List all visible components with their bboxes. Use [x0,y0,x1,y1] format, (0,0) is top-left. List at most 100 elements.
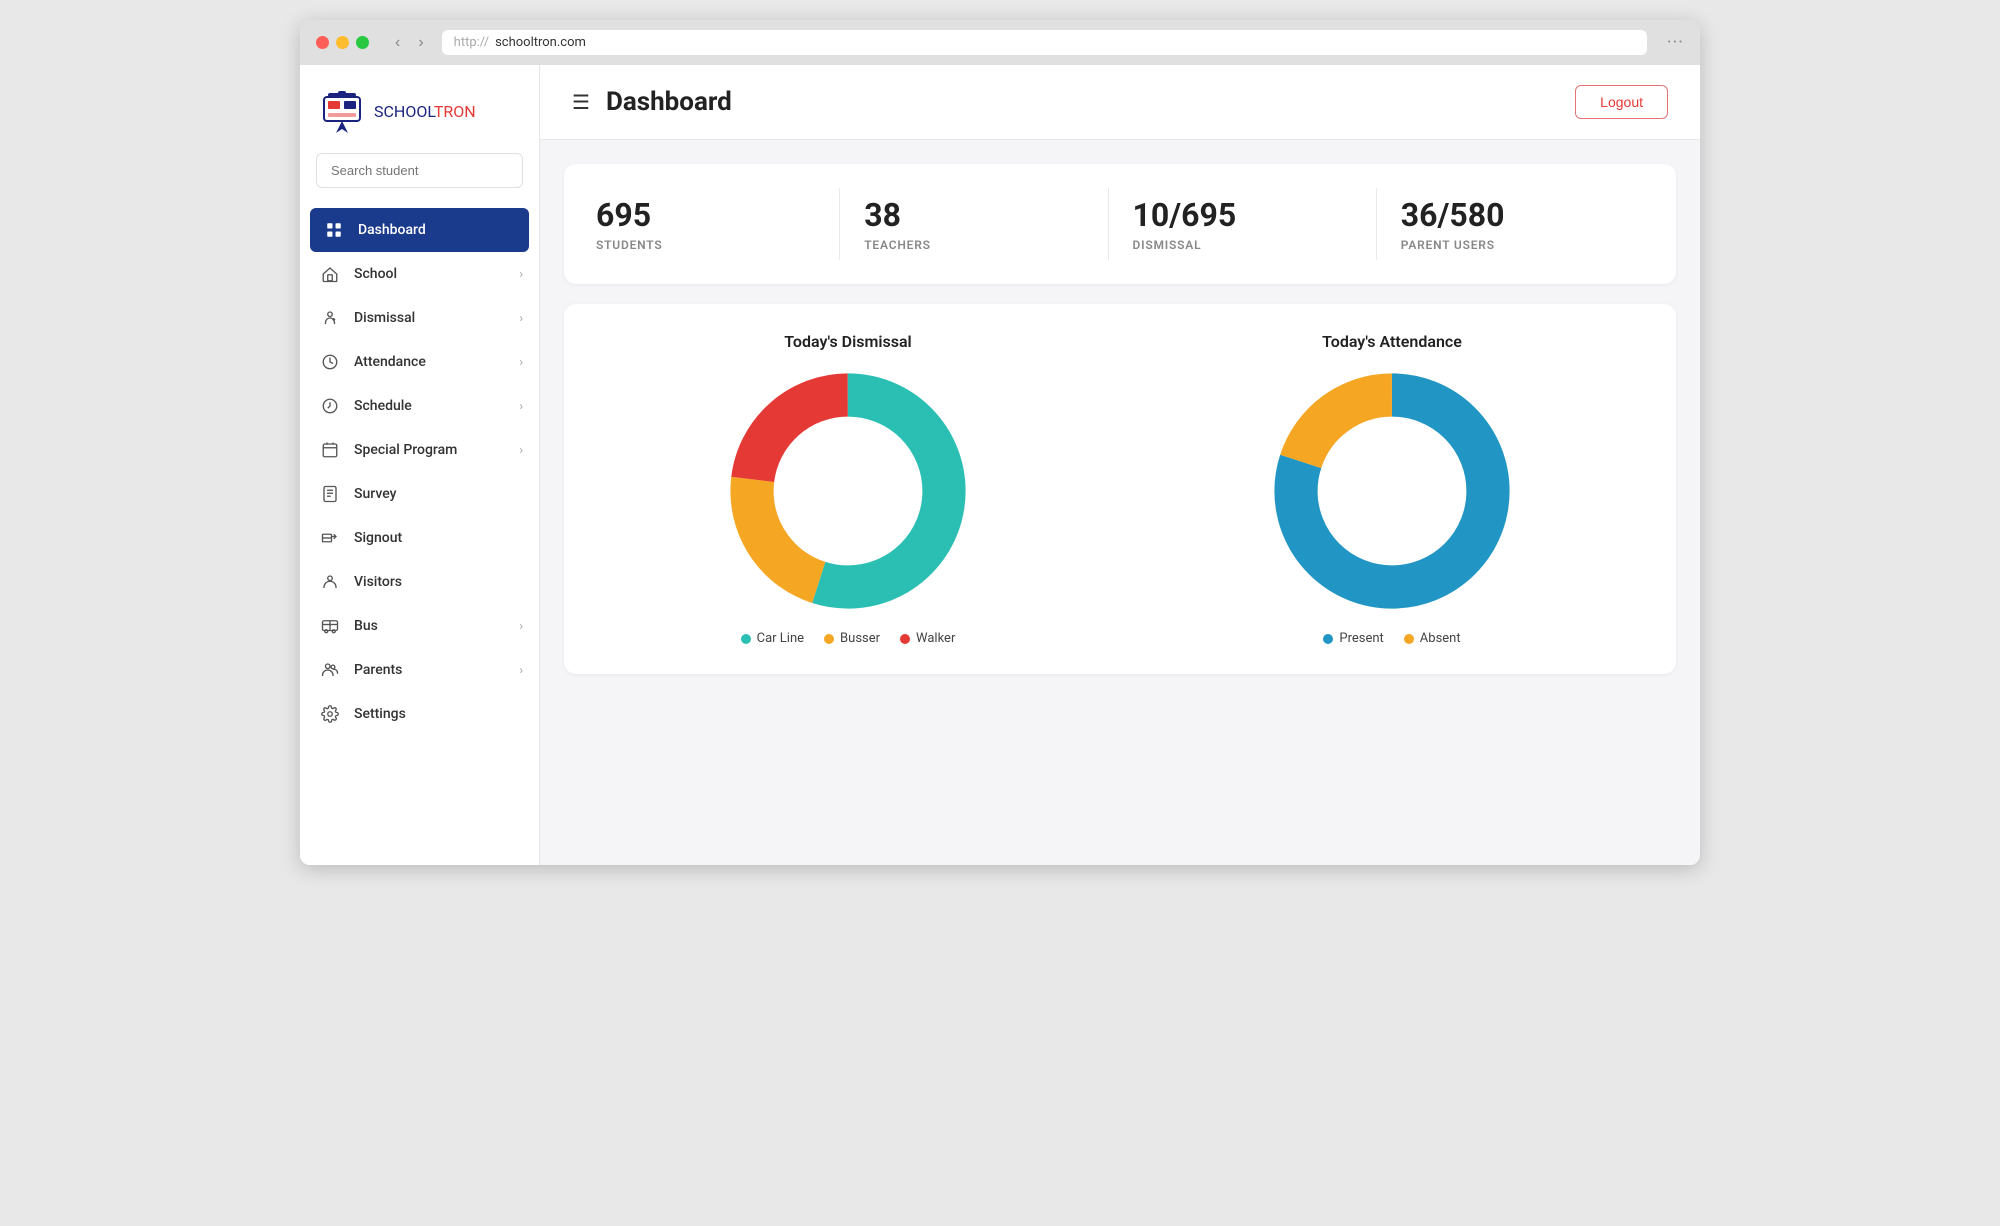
sidebar-item-signout-label: Signout [354,530,402,546]
logout-button[interactable]: Logout [1575,85,1668,119]
chevron-right-icon: › [519,311,523,325]
school-icon [320,264,340,284]
legend-busser: Busser [824,631,880,646]
bus-icon [320,616,340,636]
search-input[interactable] [316,153,523,188]
minimize-button[interactable] [336,36,349,49]
absent-label: Absent [1420,631,1461,646]
sidebar-item-visitors-label: Visitors [354,574,402,590]
sidebar-item-visitors[interactable]: Visitors [300,560,539,604]
sidebar-item-bus[interactable]: Bus › [300,604,539,648]
stat-students: 695 STUDENTS [596,188,840,260]
forward-button[interactable]: › [412,32,429,54]
stat-students-value: 695 [596,196,815,234]
sidebar-item-attendance-label: Attendance [354,354,426,370]
schedule-icon [320,396,340,416]
nav-menu: Dashboard School › Dismissal › [300,204,539,865]
settings-icon [320,704,340,724]
attendance-icon [320,352,340,372]
logo-text: SCHOOLTRON [374,102,476,121]
traffic-lights [316,36,369,49]
sidebar-item-settings-label: Settings [354,706,406,722]
logo-school-text: SCHOOL [374,102,434,121]
sidebar-item-dashboard-label: Dashboard [358,222,426,238]
busser-label: Busser [840,631,880,646]
sidebar-logo: SCHOOLTRON [300,65,539,153]
sidebar-item-special-program[interactable]: Special Program › [300,428,539,472]
signout-icon [320,528,340,548]
back-button[interactable]: ‹ [389,32,406,54]
sidebar-item-dismissal-label: Dismissal [354,310,415,326]
carline-dot [741,634,751,644]
sidebar-item-school-label: School [354,266,397,282]
stat-teachers-label: TEACHERS [864,238,1083,252]
stat-students-label: STUDENTS [596,238,815,252]
browser-menu-icon[interactable]: ··· [1667,32,1684,53]
url-protocol: http:// [454,35,489,50]
search-container [300,153,539,204]
logo-tron-text: TRON [434,102,476,121]
legend-absent: Absent [1404,631,1461,646]
present-label: Present [1339,631,1383,646]
sidebar-item-schedule[interactable]: Schedule › [300,384,539,428]
close-button[interactable] [316,36,329,49]
grid-icon [324,220,344,240]
app-container: SCHOOLTRON Dashboard [300,65,1700,865]
stats-card: 695 STUDENTS 38 TEACHERS 10/695 DISMISSA… [564,164,1676,284]
stats-row: 695 STUDENTS 38 TEACHERS 10/695 DISMISSA… [596,188,1644,260]
charts-card: Today's Dismissal [564,304,1676,674]
stat-parent-users-value: 36/580 [1401,196,1620,234]
sidebar-item-parents-label: Parents [354,662,402,678]
sidebar-item-bus-label: Bus [354,618,378,634]
sidebar-item-dismissal[interactable]: Dismissal › [300,296,539,340]
walker-dot [900,634,910,644]
sidebar-item-dashboard[interactable]: Dashboard [310,208,529,252]
hamburger-icon[interactable]: ☰ [572,90,590,114]
attendance-chart-title: Today's Attendance [1322,332,1462,351]
present-dot [1323,634,1333,644]
busser-dot [824,634,834,644]
maximize-button[interactable] [356,36,369,49]
sidebar-item-school[interactable]: School › [300,252,539,296]
attendance-donut [1272,371,1512,611]
stat-parent-users: 36/580 PARENT USERS [1377,188,1644,260]
chevron-right-icon: › [519,355,523,369]
sidebar-item-parents[interactable]: Parents › [300,648,539,692]
sidebar-item-special-program-label: Special Program [354,442,457,458]
chevron-right-icon: › [519,399,523,413]
sidebar: SCHOOLTRON Dashboard [300,65,540,865]
dismissal-chart-title: Today's Dismissal [784,332,911,351]
dismissal-legend: Car Line Busser Walker [741,631,956,646]
stat-dismissal-value: 10/695 [1133,196,1352,234]
walker-label: Walker [916,631,955,646]
stat-teachers: 38 TEACHERS [840,188,1108,260]
sidebar-item-attendance[interactable]: Attendance › [300,340,539,384]
survey-icon [320,484,340,504]
chevron-right-icon: › [519,443,523,457]
dashboard-body: 695 STUDENTS 38 TEACHERS 10/695 DISMISSA… [540,140,1700,865]
chevron-right-icon: › [519,619,523,633]
chevron-right-icon: › [519,267,523,281]
stat-parent-users-label: PARENT USERS [1401,238,1620,252]
legend-present: Present [1323,631,1383,646]
attendance-chart: Today's Attendance [1140,332,1644,646]
charts-row: Today's Dismissal [596,332,1644,646]
header: ☰ Dashboard Logout [540,65,1700,140]
carline-label: Car Line [757,631,804,646]
logo-icon [320,89,364,133]
parents-icon [320,660,340,680]
sidebar-item-survey[interactable]: Survey [300,472,539,516]
address-bar[interactable]: http:// schooltron.com [442,30,1647,55]
dismissal-icon [320,308,340,328]
page-title: Dashboard [606,87,732,117]
browser-titlebar: ‹ › http:// schooltron.com ··· [300,20,1700,65]
sidebar-item-settings[interactable]: Settings [300,692,539,736]
sidebar-item-signout[interactable]: Signout [300,516,539,560]
browser-nav: ‹ › [389,32,430,54]
header-left: ☰ Dashboard [572,87,732,117]
url-domain: schooltron.com [495,35,586,50]
special-program-icon [320,440,340,460]
stat-teachers-value: 38 [864,196,1083,234]
attendance-legend: Present Absent [1323,631,1460,646]
absent-dot [1404,634,1414,644]
